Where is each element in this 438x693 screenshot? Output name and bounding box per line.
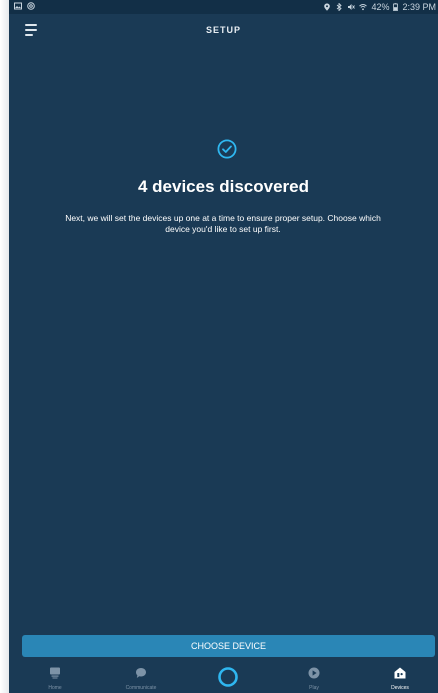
nav-devices-label: Devices xyxy=(391,685,409,691)
speech-bubble-icon xyxy=(136,668,146,678)
nav-play[interactable]: Play xyxy=(284,661,344,693)
left-margin xyxy=(0,0,9,693)
status-bar-right: 42% 2:39 PM xyxy=(323,2,436,12)
discovery-headline: 4 devices discovered xyxy=(137,177,310,196)
status-bar-left xyxy=(14,2,35,10)
clock: 2:39 PM xyxy=(402,2,436,12)
alexa-icon[interactable] xyxy=(217,666,239,688)
nav-devices[interactable]: Devices xyxy=(370,661,430,693)
mute-icon xyxy=(348,4,356,10)
home-icon xyxy=(50,667,60,679)
location-icon xyxy=(324,3,331,11)
at-sign-icon xyxy=(27,2,35,10)
nav-home[interactable]: Home xyxy=(25,661,85,693)
nav-home-label: Home xyxy=(48,685,62,691)
nav-communicate[interactable]: Communicate xyxy=(111,661,171,693)
image-notification-icon xyxy=(14,2,22,10)
choose-device-button[interactable]: CHOOSE DEVICE xyxy=(22,635,435,657)
app-header: SETUP xyxy=(9,14,438,48)
status-bar: 42% 2:39 PM xyxy=(9,0,438,14)
page-title: SETUP xyxy=(205,25,241,35)
app-screen: 42% 2:39 PM SETUP 4 devices discovered N… xyxy=(9,0,438,693)
bluetooth-icon xyxy=(337,3,343,11)
nav-communicate-label: Communicate xyxy=(125,685,157,691)
battery-icon xyxy=(393,3,399,11)
battery-percent: 42% xyxy=(371,2,390,12)
devices-icon xyxy=(394,667,406,679)
wifi-icon xyxy=(359,4,368,11)
play-icon xyxy=(308,667,320,679)
check-circle-icon xyxy=(217,139,237,159)
nav-play-label: Play xyxy=(309,685,319,691)
setup-description: Next, we will set the devices up one at … xyxy=(65,213,381,234)
